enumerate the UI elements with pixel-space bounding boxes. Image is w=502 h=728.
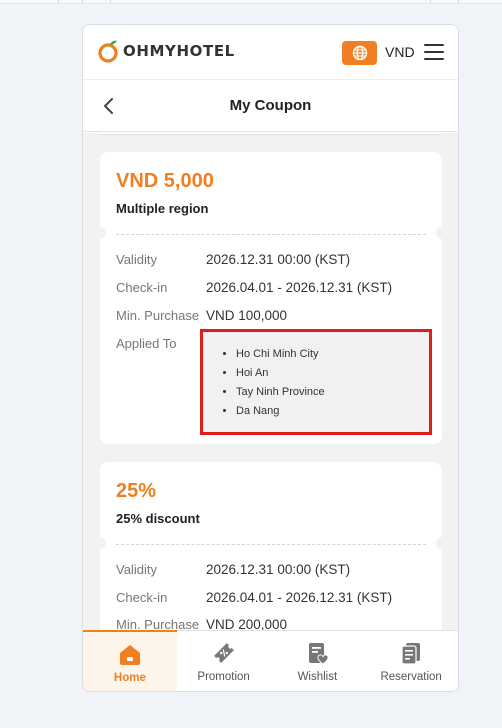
site-header: OHMYHOTEL VND	[83, 25, 458, 80]
card-notch	[436, 227, 448, 239]
detail-label: Applied To	[116, 336, 177, 351]
nav-promotion[interactable]: Promotion	[177, 631, 271, 691]
card-notch	[436, 537, 448, 549]
applied-to-region-list: Ho Chi Minh City Hoi An Tay Ninh Provinc…	[200, 329, 432, 435]
detail-label: Check-in	[116, 280, 168, 295]
detail-value: 2026.12.31 00:00 (KST)	[206, 562, 351, 577]
detail-label: Validity	[116, 252, 157, 267]
coupon-title: Multiple region	[116, 201, 209, 216]
detail-label: Check-in	[116, 590, 168, 605]
detail-label: Validity	[116, 562, 157, 577]
detail-label: Min. Purchase	[116, 617, 200, 630]
detail-value: 2026.04.01 - 2026.12.31 (KST)	[206, 280, 393, 295]
detail-value: 2026.12.31 00:00 (KST)	[206, 252, 351, 267]
ohmyhotel-logo[interactable]: OHMYHOTEL	[98, 39, 235, 63]
ticket-icon	[213, 643, 234, 663]
home-icon	[119, 645, 140, 665]
coupon-amount: 25%	[116, 480, 157, 502]
coupon-card: 25% 25% discount Validity 2026.12.31 00:…	[94, 462, 448, 630]
nav-label: Wishlist	[297, 671, 338, 683]
nav-label: Reservation	[380, 671, 442, 683]
language-button[interactable]	[342, 41, 377, 65]
previous-coupon-card-edge	[100, 133, 442, 135]
mobile-viewport: OHMYHOTEL VND My Coupon VND 5,000 Multip…	[82, 24, 459, 692]
card-notch	[94, 537, 106, 549]
coupon-title: 25% discount	[116, 511, 200, 526]
page-title: My Coupon	[229, 97, 312, 114]
nav-label: Promotion	[197, 671, 250, 683]
currency-selector[interactable]: VND	[385, 44, 415, 60]
card-divider	[116, 234, 426, 235]
globe-icon	[352, 45, 367, 61]
browser-top-strip	[0, 0, 502, 4]
card-divider	[116, 544, 426, 545]
nav-wishlist[interactable]: Wishlist	[271, 631, 365, 691]
detail-value: VND 200,000	[206, 617, 288, 630]
coupon-amount: VND 5,000	[116, 170, 214, 192]
detail-value: 2026.04.01 - 2026.12.31 (KST)	[206, 590, 393, 605]
region-item: Da Nang	[236, 405, 325, 424]
nav-label: Home	[113, 672, 146, 684]
card-notch	[94, 227, 106, 239]
nav-home[interactable]: Home	[83, 630, 177, 691]
nav-reservation[interactable]: Reservation	[364, 631, 458, 691]
hamburger-menu-icon[interactable]	[424, 42, 446, 62]
logo-text: OHMYHOTEL	[123, 42, 235, 60]
detail-label: Min. Purchase	[116, 308, 200, 323]
detail-value: VND 100,000	[206, 308, 288, 323]
coupon-card: VND 5,000 Multiple region Validity 2026.…	[94, 152, 448, 444]
bottom-navigation: Home Promotion Wishlist Reservation	[83, 630, 458, 691]
logo-mark-icon	[98, 39, 120, 63]
wishlist-icon	[309, 643, 329, 665]
coupon-list[interactable]: VND 5,000 Multiple region Validity 2026.…	[83, 133, 458, 630]
page-subheader: My Coupon	[83, 80, 458, 132]
region-item: Ho Chi Minh City	[236, 348, 325, 367]
region-item: Hoi An	[236, 367, 325, 386]
region-item: Tay Ninh Province	[236, 386, 325, 405]
reservation-icon	[401, 643, 421, 665]
